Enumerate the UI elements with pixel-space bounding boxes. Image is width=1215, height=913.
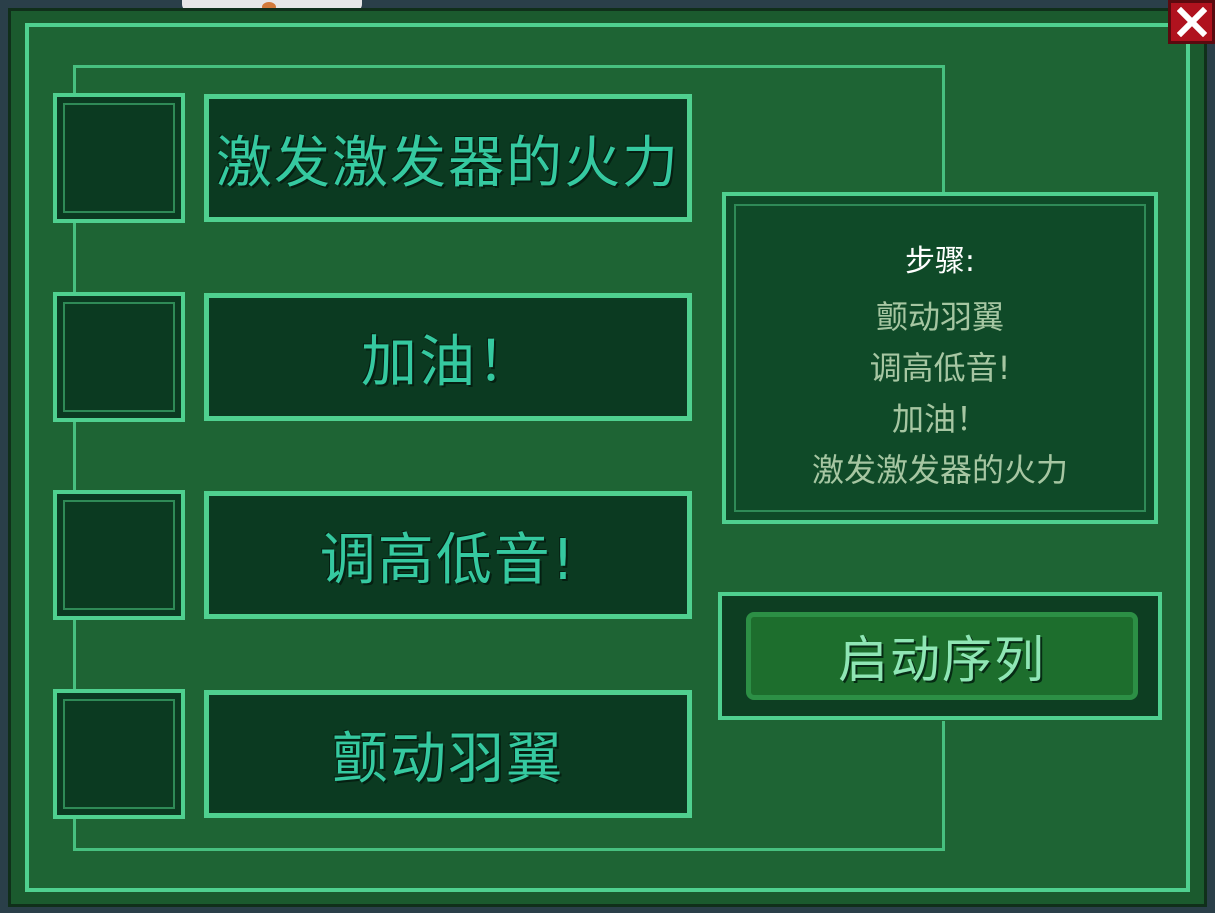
step-checkbox-1 (53, 93, 185, 223)
instructions-title: 步骤: (904, 244, 976, 279)
close-x-icon (1176, 7, 1207, 37)
step-checkbox-3 (53, 490, 185, 620)
instructions-panel: 步骤: 颤动羽翼 调高低音! 加油！ 激发激发器的火力 (722, 192, 1158, 524)
step-button-raise-bass[interactable]: 调高低音! (204, 491, 692, 619)
wire-right-upper (942, 65, 945, 197)
step-checkbox-2 (53, 292, 185, 422)
wire-right-lower (942, 721, 945, 851)
start-button-frame: 启动序列 (718, 592, 1162, 720)
instruction-step: 激发激发器的火力 (811, 451, 1068, 489)
instruction-step: 颤动羽翼 (875, 298, 1004, 336)
game-screen: 激发激发器的火力 加油！ 调高低音! 颤动羽翼 步骤: 颤动羽翼 调高低音! 加… (0, 0, 1215, 913)
step-button-flap-wings[interactable]: 颤动羽翼 (204, 690, 692, 818)
instruction-step: 加油！ (891, 400, 988, 438)
wire-top (73, 65, 945, 68)
instruction-step: 调高低音! (869, 349, 1011, 387)
step-checkbox-4 (53, 689, 185, 819)
step-button-cheer[interactable]: 加油！ (204, 293, 692, 421)
step-button-fire-thrusters[interactable]: 激发激发器的火力 (204, 94, 692, 222)
close-button[interactable] (1168, 0, 1215, 44)
start-sequence-button[interactable]: 启动序列 (746, 612, 1138, 700)
wire-bottom (73, 848, 945, 851)
instructions-inner: 步骤: 颤动羽翼 调高低音! 加油！ 激发激发器的火力 (734, 204, 1146, 512)
